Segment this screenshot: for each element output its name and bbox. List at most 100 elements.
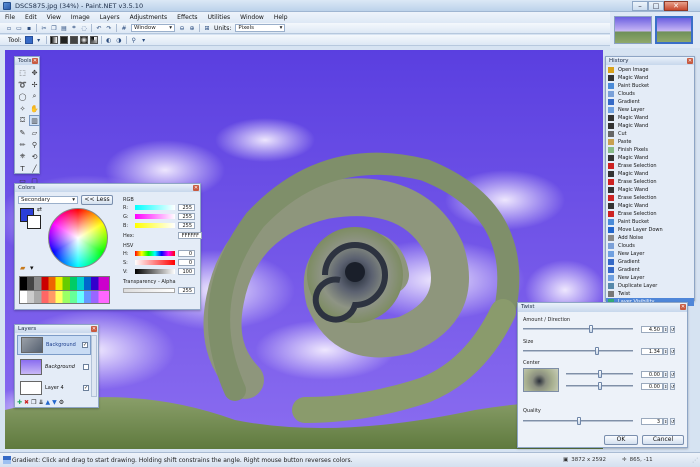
zoom-combo[interactable]: Window ▾ — [131, 24, 175, 32]
saturation-value-field[interactable]: 0 — [178, 259, 195, 266]
close-icon[interactable]: ✕ — [91, 326, 97, 332]
history-item[interactable]: Magic Wand — [606, 122, 694, 130]
history-item[interactable]: Magic Wand — [606, 154, 694, 162]
menu-window[interactable]: Window — [235, 12, 269, 23]
history-item[interactable]: Duplicate Layer — [606, 282, 694, 290]
copy-icon[interactable]: ❐ — [50, 24, 58, 32]
menu-image[interactable]: Image — [66, 12, 95, 23]
image-thumbnail[interactable] — [614, 16, 652, 44]
menu-file[interactable]: File — [0, 12, 20, 23]
move-layer-up-icon[interactable]: ▲ — [45, 399, 50, 406]
size-value-field[interactable]: 1.34 — [641, 347, 663, 355]
move-layer-down-icon[interactable]: ▼ — [52, 399, 57, 406]
linear-reflected-gradient-icon[interactable] — [59, 36, 68, 44]
palette-menu-icon[interactable]: ▾ — [30, 264, 34, 272]
magic-wand-tool-icon[interactable]: ✧ — [17, 103, 28, 114]
alpha-slider[interactable] — [123, 288, 175, 293]
maximize-button[interactable]: □ — [648, 1, 664, 11]
hue-slider[interactable] — [135, 251, 175, 256]
quality-spinner[interactable]: ⇕ — [663, 417, 668, 425]
history-item[interactable]: Twist — [606, 290, 694, 298]
minimize-button[interactable]: – — [632, 1, 648, 11]
value-value-field[interactable]: 100 — [178, 268, 195, 275]
close-icon[interactable]: ✕ — [687, 58, 693, 64]
image-thumbnail-active[interactable] — [655, 16, 693, 44]
duplicate-layer-icon[interactable]: ❐ — [31, 399, 36, 406]
line-tool-icon[interactable]: ╱ — [29, 163, 40, 174]
add-to-palette-icon[interactable]: ▰ — [20, 264, 25, 272]
value-slider[interactable] — [135, 269, 175, 274]
menu-help[interactable]: Help — [269, 12, 293, 23]
close-icon[interactable]: ✕ — [32, 58, 38, 64]
close-button[interactable]: ✕ — [664, 1, 688, 11]
history-item[interactable]: Clouds — [606, 90, 694, 98]
amount-slider-knob[interactable] — [589, 325, 593, 333]
lasso-tool-icon[interactable]: ➰ — [17, 79, 28, 90]
center-y-reset-icon[interactable]: ↺ — [670, 382, 675, 390]
history-item[interactable]: Magic Wand — [606, 202, 694, 210]
history-item[interactable]: Finish Pixels — [606, 146, 694, 154]
diamond-gradient-icon[interactable] — [69, 36, 78, 44]
size-reset-icon[interactable]: ↺ — [670, 347, 675, 355]
ellipse-select-tool-icon[interactable]: ◯ — [17, 91, 28, 102]
chevron-down-icon[interactable]: ▾ — [35, 36, 43, 44]
history-item[interactable]: Move Layer Down — [606, 226, 694, 234]
pencil-tool-icon[interactable]: ✏ — [17, 139, 28, 150]
close-icon[interactable]: ✕ — [680, 304, 686, 310]
history-item[interactable]: Gradient — [606, 258, 694, 266]
save-icon[interactable]: ▪ — [25, 24, 33, 32]
eraser-tool-icon[interactable]: ▱ — [29, 127, 40, 138]
history-item[interactable]: Gradient — [606, 266, 694, 274]
menu-utilities[interactable]: Utilities — [203, 12, 236, 23]
history-item[interactable]: Paste — [606, 138, 694, 146]
center-x-spinner[interactable]: ⇕ — [663, 370, 668, 378]
history-item[interactable]: Paint Bucket — [606, 82, 694, 90]
quality-value-field[interactable]: 3 — [641, 417, 663, 425]
hue-value-field[interactable]: 0 — [178, 250, 195, 257]
history-item[interactable]: Cut — [606, 130, 694, 138]
history-item[interactable]: Clouds — [606, 242, 694, 250]
menu-layers[interactable]: Layers — [95, 12, 125, 23]
history-item[interactable]: Magic Wand — [606, 74, 694, 82]
history-item[interactable]: New Layer — [606, 106, 694, 114]
cut-icon[interactable]: ✂ — [40, 24, 48, 32]
move-tool-icon[interactable]: ✢ — [29, 79, 40, 90]
red-slider[interactable] — [135, 205, 175, 210]
amount-reset-icon[interactable]: ↺ — [670, 325, 675, 333]
amount-slider[interactable] — [523, 325, 633, 333]
saturation-slider[interactable] — [135, 260, 175, 265]
menu-view[interactable]: View — [42, 12, 66, 23]
hex-value-field[interactable]: FFFFFF — [178, 232, 202, 239]
ruler-icon[interactable]: ⊞ — [203, 24, 211, 32]
center-x-slider-knob[interactable] — [598, 370, 602, 378]
history-item[interactable]: Add Noise — [606, 234, 694, 242]
cancel-button[interactable]: Cancel — [642, 435, 684, 445]
blue-slider[interactable] — [135, 223, 175, 228]
gradient-tool-icon[interactable]: ▥ — [29, 115, 40, 126]
history-item[interactable]: Magic Wand — [606, 114, 694, 122]
center-y-spinner[interactable]: ⇕ — [663, 382, 668, 390]
history-item[interactable]: New Layer — [606, 274, 694, 282]
green-slider[interactable] — [135, 214, 175, 219]
recolor-tool-icon[interactable]: ⟲ — [29, 151, 40, 162]
color-palette-row2[interactable] — [19, 290, 110, 304]
rectangle-select-tool-icon[interactable]: ⬚ — [17, 67, 28, 78]
quality-slider[interactable] — [523, 417, 633, 425]
layer-item[interactable]: Layer 4 ✓ — [17, 379, 91, 397]
paintbrush-tool-icon[interactable]: ✎ — [17, 127, 28, 138]
deselect-icon[interactable]: ◌ — [80, 24, 88, 32]
size-slider[interactable] — [523, 347, 633, 355]
resize-grip-icon[interactable]: ⋰ — [692, 457, 698, 464]
delete-layer-icon[interactable]: ✖ — [24, 399, 29, 406]
center-x-value-field[interactable]: 0.00 — [641, 370, 663, 378]
layers-scrollbar[interactable] — [91, 335, 97, 397]
history-item[interactable]: Paint Bucket — [606, 218, 694, 226]
undo-icon[interactable]: ↶ — [95, 24, 103, 32]
alpha-value-field[interactable]: 255 — [178, 287, 195, 294]
zoom-in-icon[interactable]: ⊕ — [188, 24, 196, 32]
redo-icon[interactable]: ↷ — [105, 24, 113, 32]
quality-slider-knob[interactable] — [577, 417, 581, 425]
history-item[interactable]: Magic Wand — [606, 186, 694, 194]
blend-mode-icon[interactable]: ⚲ — [130, 36, 138, 44]
color-picker-tool-icon[interactable]: ⚲ — [29, 139, 40, 150]
